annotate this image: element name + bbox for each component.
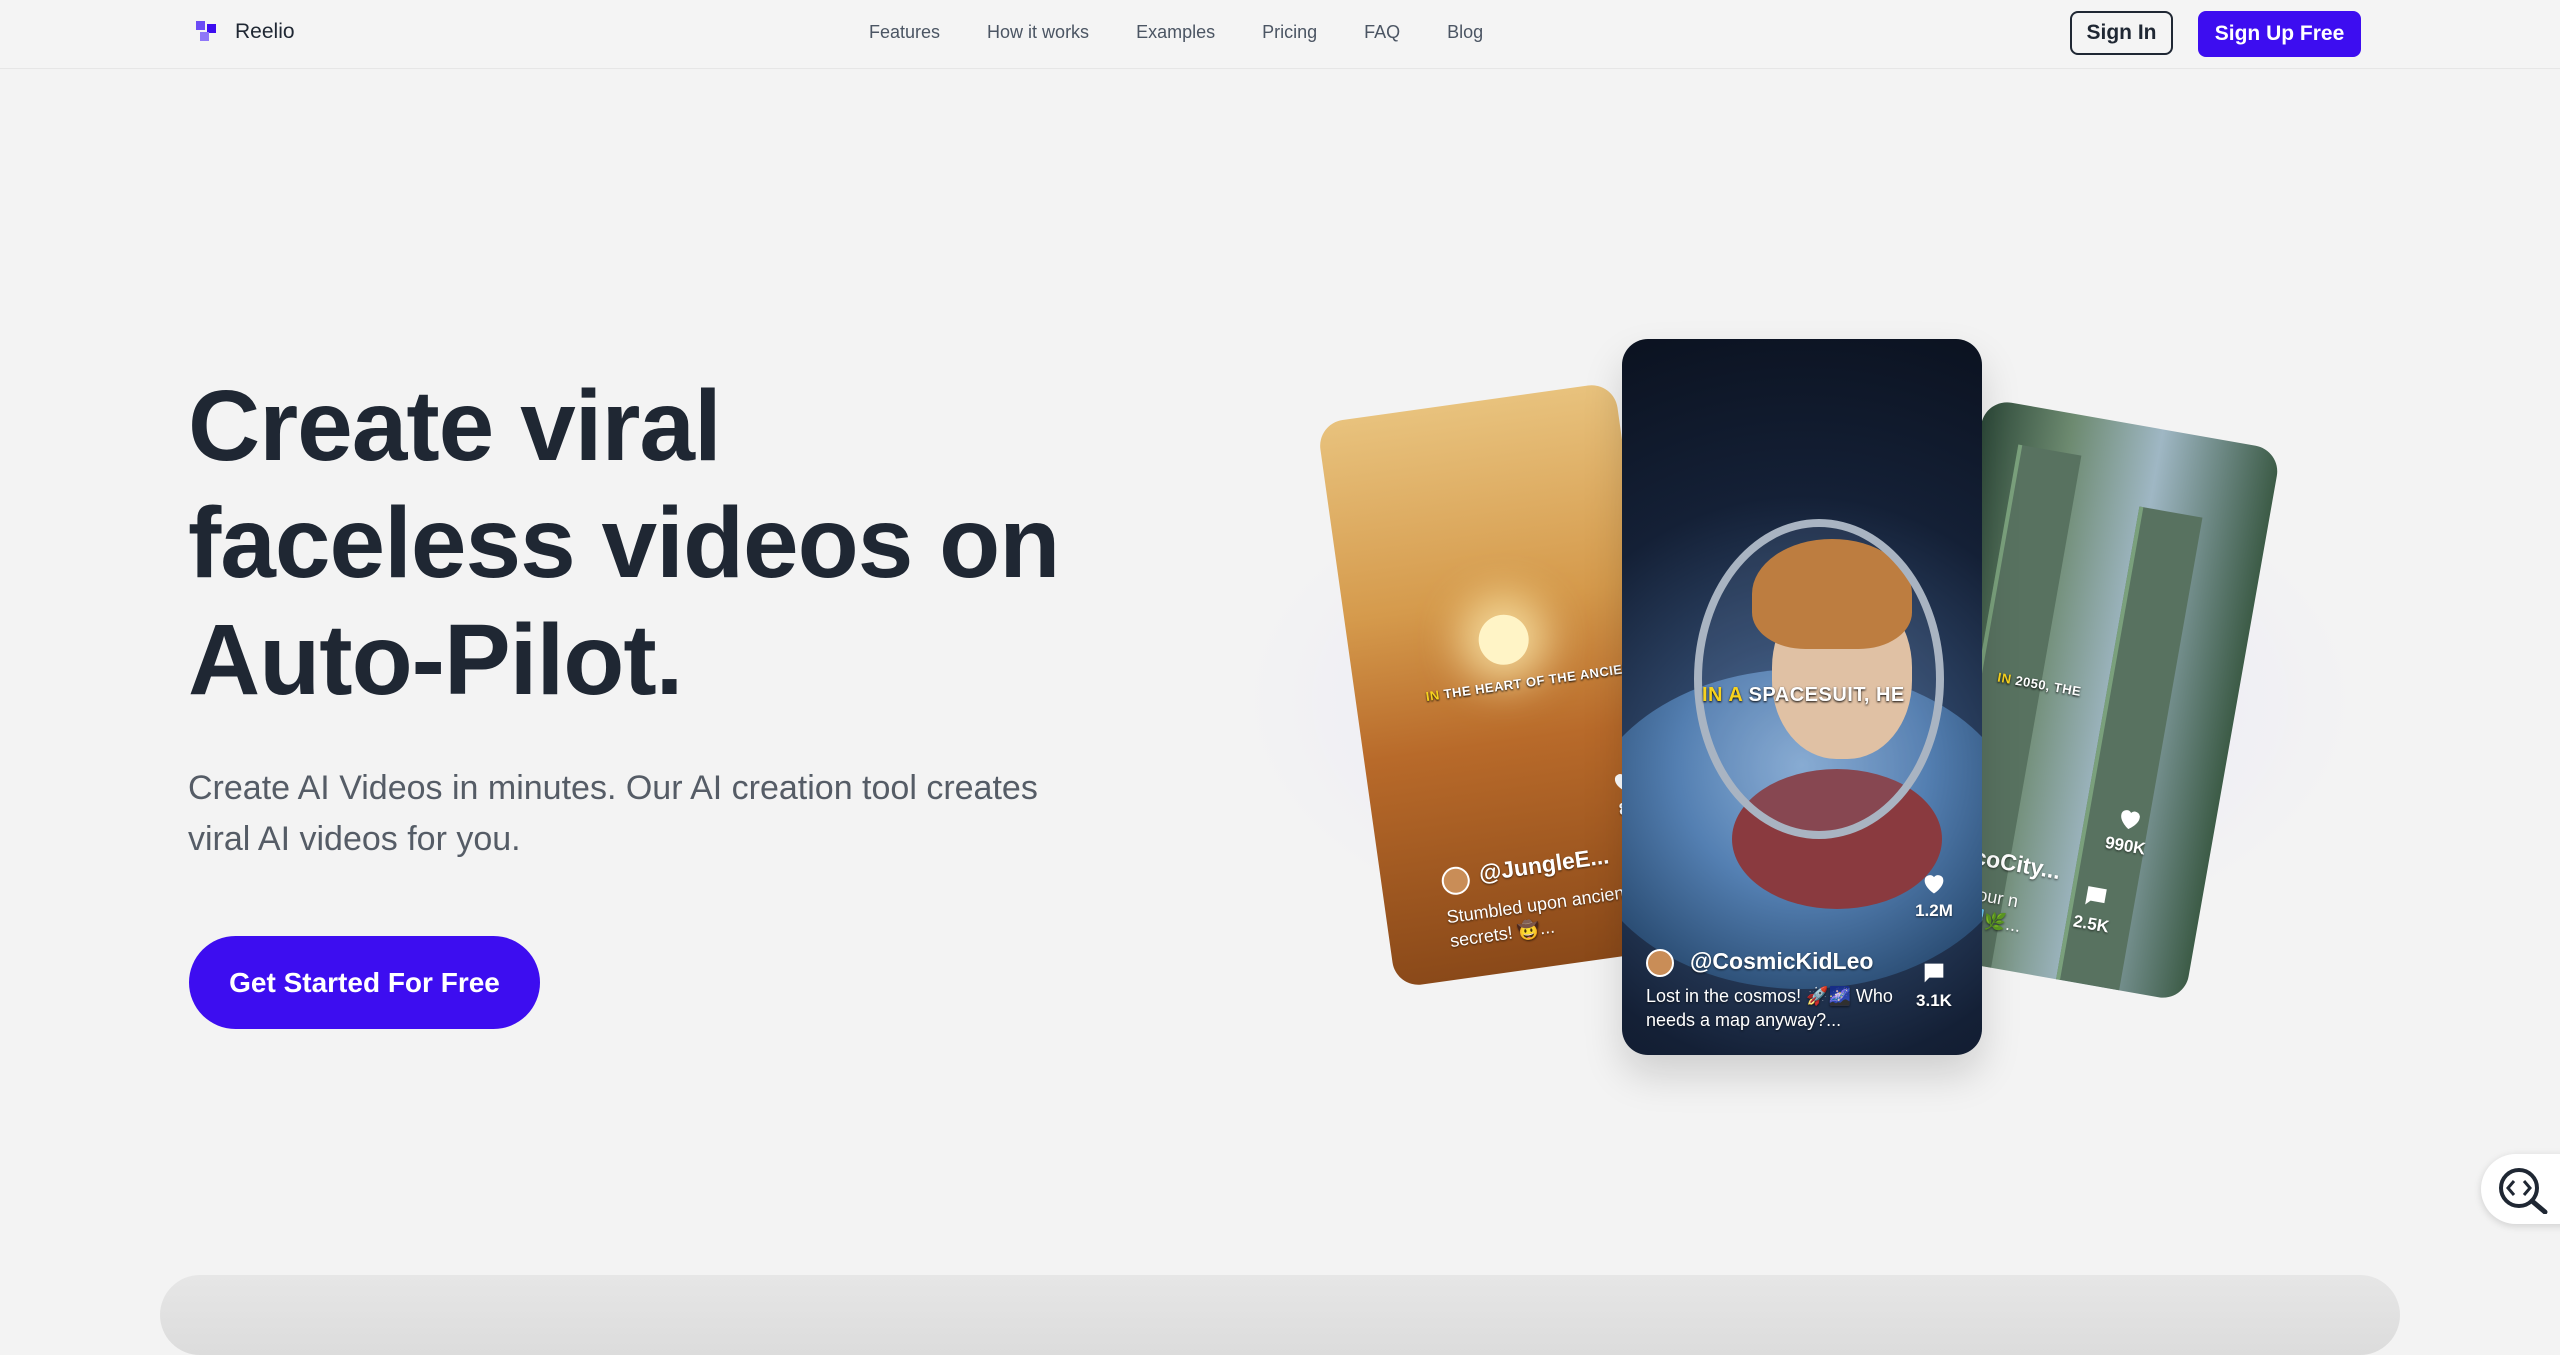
video-description: Stumbled upon ancient secrets! 🤠... — [1445, 881, 1631, 952]
sign-in-button[interactable]: Sign In — [2070, 11, 2173, 55]
card-caption: IN THE HEART OF THE ANCIENT — [1424, 659, 1642, 705]
nav-menu: Features How it works Examples Pricing F… — [869, 22, 1483, 43]
sign-up-button[interactable]: Sign Up Free — [2198, 11, 2361, 57]
creator-handle[interactable]: @CosmicKidLeo — [1690, 948, 1873, 975]
reelio-logo-icon[interactable] — [195, 20, 219, 44]
video-description: Lost in the cosmos! 🚀🌌 Who needs a map a… — [1646, 986, 1893, 1030]
nav-link-faq[interactable]: FAQ — [1364, 22, 1400, 43]
comment-icon[interactable] — [2079, 881, 2113, 914]
nav-link-blog[interactable]: Blog — [1447, 22, 1483, 43]
creator-avatar[interactable] — [1646, 949, 1674, 977]
creator-avatar[interactable] — [1439, 864, 1472, 897]
like-count: 990K — [2099, 801, 2157, 861]
comment-icon[interactable] — [1919, 959, 1949, 987]
magnify-code-icon — [2499, 1168, 2548, 1214]
video-card-center[interactable]: IN A SPACESUIT, HE 1.2M 3.1K @CosmicKidL… — [1622, 339, 1982, 1055]
like-count: 1.2M — [1909, 869, 1959, 921]
nav-link-pricing[interactable]: Pricing — [1262, 22, 1317, 43]
card-caption: IN A SPACESUIT, HE — [1702, 684, 1905, 706]
nav-link-features[interactable]: Features — [869, 22, 940, 43]
heart-icon[interactable] — [2113, 802, 2147, 835]
top-nav: Reelio Features How it works Examples Pr… — [0, 0, 2560, 69]
headline-line-1: Create viral — [188, 370, 722, 482]
headline-line-3: Auto-Pilot. — [188, 604, 683, 716]
astronaut-helmet — [1694, 519, 1944, 839]
nav-link-how-it-works[interactable]: How it works — [987, 22, 1089, 43]
hero-subtitle: Create AI Videos in minutes. Our AI crea… — [188, 769, 1038, 858]
headline-line-2: faceless videos on — [188, 487, 1060, 599]
sunset-sun — [1475, 611, 1532, 668]
heart-icon[interactable] — [1919, 869, 1949, 897]
get-started-button[interactable]: Get Started For Free — [189, 936, 540, 1029]
comment-count: 2.5K — [2065, 879, 2123, 939]
reader-tool-button[interactable] — [2481, 1154, 2560, 1224]
next-section-preview — [160, 1275, 2400, 1355]
comment-count: 3.1K — [1909, 959, 1959, 1011]
creator-handle[interactable]: @JungleE... — [1477, 842, 1611, 887]
brand-name[interactable]: Reelio — [235, 20, 295, 44]
hero-headline: Create viral faceless videos on Auto-Pil… — [188, 368, 1088, 719]
nav-link-examples[interactable]: Examples — [1136, 22, 1215, 43]
